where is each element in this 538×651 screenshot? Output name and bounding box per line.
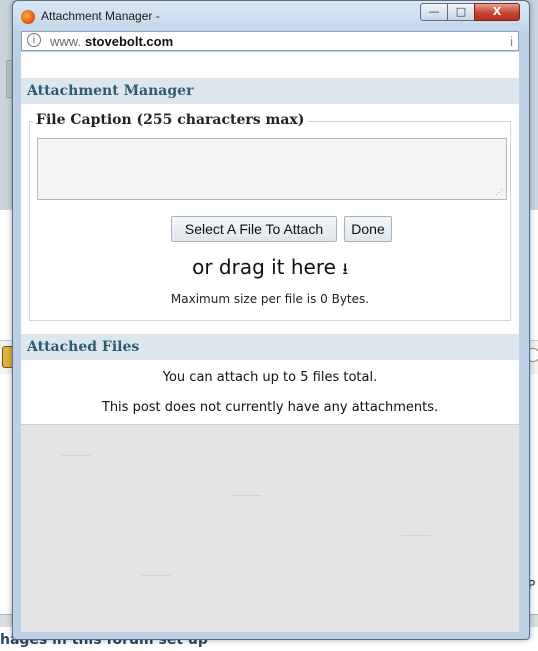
file-caption-legend: File Caption (255 characters max) xyxy=(33,112,308,128)
maximize-button[interactable]: □ xyxy=(447,3,475,21)
popup-content: Attachment Manager File Caption (255 cha… xyxy=(21,52,519,632)
file-caption-input[interactable]: ⋰ xyxy=(37,138,507,200)
attachments-status-text: This post does not currently have any at… xyxy=(101,400,439,415)
drag-drop-zone[interactable]: or drag it here ⭳ xyxy=(21,255,519,285)
texture-mark xyxy=(141,575,171,576)
attachment-manager-window: Attachment Manager - — □ X i www. stoveb… xyxy=(12,0,530,640)
close-button[interactable]: X xyxy=(474,3,520,21)
empty-grey-area xyxy=(21,425,519,632)
url-host: stovebolt.com xyxy=(85,34,174,49)
window-title: Attachment Manager - xyxy=(41,9,160,23)
firefox-icon xyxy=(21,10,35,24)
info-icon[interactable]: i xyxy=(27,33,41,47)
attach-limit-text: You can attach up to 5 files total. xyxy=(162,370,378,385)
window-titlebar[interactable]: Attachment Manager - — □ X xyxy=(13,1,529,31)
drag-text: or drag it here xyxy=(192,255,336,279)
download-icon: ⭳ xyxy=(342,259,348,278)
select-file-button[interactable]: Select A File To Attach xyxy=(171,216,337,242)
attached-files-heading: Attached Files xyxy=(21,334,519,360)
url-prefix: www. xyxy=(50,34,82,49)
texture-mark xyxy=(61,455,91,456)
done-button[interactable]: Done xyxy=(344,216,392,242)
url-trailing: i xyxy=(510,34,513,49)
attachment-manager-heading: Attachment Manager xyxy=(21,78,519,104)
minimize-button[interactable]: — xyxy=(420,3,448,21)
address-bar[interactable]: i www. stovebolt.com i xyxy=(21,31,519,51)
texture-mark xyxy=(231,495,261,496)
resize-grip-icon[interactable]: ⋰ xyxy=(495,188,503,197)
max-size-text: Maximum size per file is 0 Bytes. xyxy=(170,292,370,306)
texture-mark xyxy=(401,535,431,536)
